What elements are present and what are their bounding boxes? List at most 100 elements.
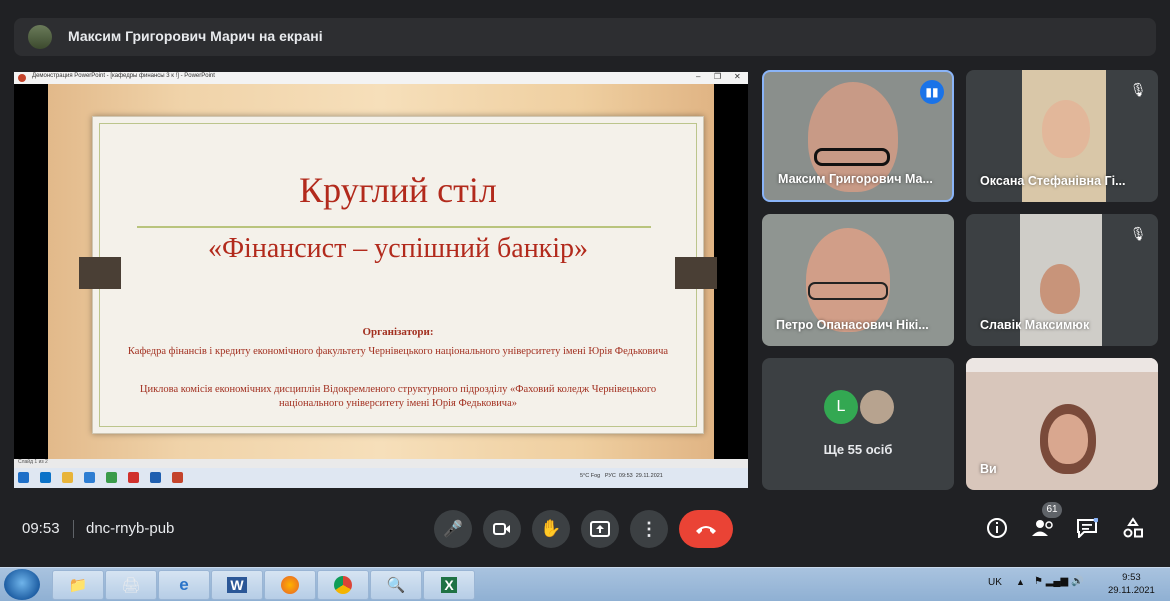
chat-icon bbox=[1077, 518, 1098, 538]
chat-button[interactable] bbox=[1074, 515, 1100, 541]
phone-hangup-icon bbox=[696, 526, 716, 534]
participant-tile-slavik[interactable]: 🎙 Славік Максимюк bbox=[966, 214, 1158, 346]
microphone-icon: 🎤 bbox=[443, 521, 463, 538]
tray-lang: РУС bbox=[604, 473, 616, 479]
powerpoint-title-bar: Демонстрация PowerPoint - [кафедры финан… bbox=[14, 72, 748, 84]
participant-name: Оксана Стефанівна Гі... bbox=[980, 174, 1126, 188]
slide-organizer-2: Циклова комісія економічних дисциплін Ві… bbox=[139, 384, 657, 409]
powerpoint-taskbar-icon bbox=[172, 472, 183, 483]
participant-count-badge: 61 bbox=[1042, 502, 1062, 518]
device-icon: 🖨 bbox=[121, 577, 141, 594]
word-taskbar-button[interactable]: W bbox=[211, 570, 263, 600]
participant-face bbox=[806, 228, 890, 332]
chrome-icon bbox=[334, 576, 352, 594]
explorer-taskbar-button[interactable]: 📁 bbox=[52, 570, 104, 600]
restore-icon: ❐ bbox=[714, 72, 722, 81]
others-count-label: Ще 55 осіб bbox=[823, 442, 893, 457]
device-taskbar-button[interactable]: 🖨 bbox=[105, 570, 157, 600]
microphone-button[interactable]: 🎤 bbox=[434, 510, 472, 548]
folder-icon: 📁 bbox=[68, 577, 88, 594]
speaking-indicator-icon: ▮▮ bbox=[920, 80, 944, 104]
word-icon bbox=[150, 472, 161, 483]
end-call-button[interactable] bbox=[679, 510, 733, 548]
present-icon bbox=[590, 521, 610, 537]
keyboard-language[interactable]: UK bbox=[988, 577, 1002, 588]
shared-windows-taskbar: Слайд 1 из 2 5°C Fog РУС 09:53 29.11.202… bbox=[14, 459, 748, 488]
people-icon bbox=[1032, 520, 1053, 536]
tray-time: 09:53 bbox=[618, 473, 633, 479]
meeting-code: dnc-rnyb-pub bbox=[86, 520, 175, 537]
slide: Круглий стіл «Фінансист – успішний банкі… bbox=[79, 116, 717, 434]
tray-date: 29.11.2021 bbox=[635, 473, 663, 479]
self-view-tile[interactable]: Ви bbox=[966, 358, 1158, 490]
separator bbox=[73, 520, 74, 538]
close-icon: ✕ bbox=[734, 72, 741, 81]
other-participants-tile[interactable]: L Ще 55 осіб bbox=[762, 358, 954, 490]
slide-divider bbox=[137, 226, 651, 228]
word-icon: W bbox=[227, 577, 247, 593]
chrome-icon bbox=[106, 472, 117, 483]
info-icon bbox=[987, 518, 1007, 538]
windows-start-icon bbox=[18, 472, 29, 483]
presenter-avatar bbox=[28, 25, 52, 49]
chrome-taskbar-button[interactable] bbox=[317, 570, 369, 600]
participant-face bbox=[1042, 100, 1090, 158]
shared-screen: Демонстрация PowerPoint - [кафедры финан… bbox=[14, 72, 748, 488]
slide-organizer-1: Кафедра фінансів і кредиту економічного … bbox=[127, 346, 669, 357]
slide-status-bar: Слайд 1 из 2 bbox=[14, 459, 748, 468]
ie-icon: e bbox=[179, 575, 189, 594]
excel-taskbar-button[interactable]: X bbox=[423, 570, 475, 600]
ie-taskbar-button[interactable]: e bbox=[158, 570, 210, 600]
more-options-button[interactable]: ⋮ bbox=[630, 510, 668, 548]
ceiling bbox=[966, 358, 1158, 372]
windows-clock-date: 29.11.2021 bbox=[1108, 585, 1155, 596]
mail-icon bbox=[84, 472, 95, 483]
more-vert-icon: ⋮ bbox=[640, 518, 658, 539]
participant-face bbox=[1040, 264, 1080, 314]
avatar bbox=[860, 390, 894, 424]
windows-clock[interactable]: 9:53 29.11.2021 bbox=[1108, 571, 1155, 597]
meeting-info-button[interactable] bbox=[984, 515, 1010, 541]
folder-icon bbox=[62, 472, 73, 483]
participant-name: Петро Опанасович Нікі... bbox=[776, 318, 929, 332]
slide-status-text: Слайд 1 из 2 bbox=[18, 459, 48, 465]
tray-icons[interactable]: ⚑ ▂▄▆ 🔊 bbox=[1034, 576, 1083, 587]
opera-icon bbox=[128, 472, 139, 483]
slide-organizers-label: Організатори: bbox=[362, 326, 434, 338]
glasses-shape bbox=[808, 282, 888, 300]
muted-mic-icon: 🎙 bbox=[1129, 226, 1147, 241]
start-button[interactable] bbox=[4, 569, 40, 600]
slide-background: Круглий стіл «Фінансист – успішний банкі… bbox=[48, 84, 717, 459]
minimize-icon: – bbox=[696, 72, 701, 81]
windows-taskbar: 📁 🖨 e W 🔍 X UK ▲ ⚑ ▂▄▆ 🔊 9:53 29.11.2021 bbox=[0, 567, 1170, 601]
participant-tile-maksym[interactable]: ▮▮ Максим Григорович Ма... bbox=[762, 70, 954, 202]
slide-title: Круглий стіл bbox=[299, 170, 497, 210]
raise-hand-button[interactable]: ✋ bbox=[532, 510, 570, 548]
magnifier-icon: 🔍 bbox=[386, 577, 406, 594]
activities-button[interactable] bbox=[1120, 515, 1146, 541]
participant-tile-oksana[interactable]: 🎙 Оксана Стефанівна Гі... bbox=[966, 70, 1158, 202]
participant-face bbox=[1048, 414, 1088, 464]
slide-subtitle: «Фінансист – успішний банкір» bbox=[207, 233, 589, 264]
people-button[interactable] bbox=[1030, 515, 1056, 541]
tray-weather: 5°C Fog bbox=[580, 473, 601, 479]
presenter-banner: Максим Григорович Марич на екрані bbox=[14, 18, 1156, 56]
search-taskbar-button[interactable]: 🔍 bbox=[370, 570, 422, 600]
edge-icon bbox=[40, 472, 51, 483]
activities-icon bbox=[1123, 517, 1143, 538]
shared-tray: 5°C Fog РУС 09:53 29.11.2021 bbox=[580, 473, 663, 479]
firefox-taskbar-button[interactable] bbox=[264, 570, 316, 600]
muted-mic-icon: 🎙 bbox=[1129, 82, 1147, 97]
powerpoint-window-title: Демонстрация PowerPoint - [кафедры финан… bbox=[32, 73, 215, 79]
hand-icon: ✋ bbox=[540, 519, 562, 538]
powerpoint-icon bbox=[18, 74, 26, 82]
firefox-icon bbox=[281, 576, 299, 594]
present-screen-button[interactable] bbox=[581, 510, 619, 548]
camera-button[interactable] bbox=[483, 510, 521, 548]
show-hidden-icons[interactable]: ▲ bbox=[1016, 577, 1025, 587]
participant-name: Максим Григорович Ма... bbox=[778, 172, 933, 186]
excel-icon: X bbox=[441, 577, 457, 593]
participant-tile-petro[interactable]: Петро Опанасович Нікі... bbox=[762, 214, 954, 346]
participant-name: Славік Максимюк bbox=[980, 318, 1090, 332]
camera-icon bbox=[493, 523, 510, 535]
